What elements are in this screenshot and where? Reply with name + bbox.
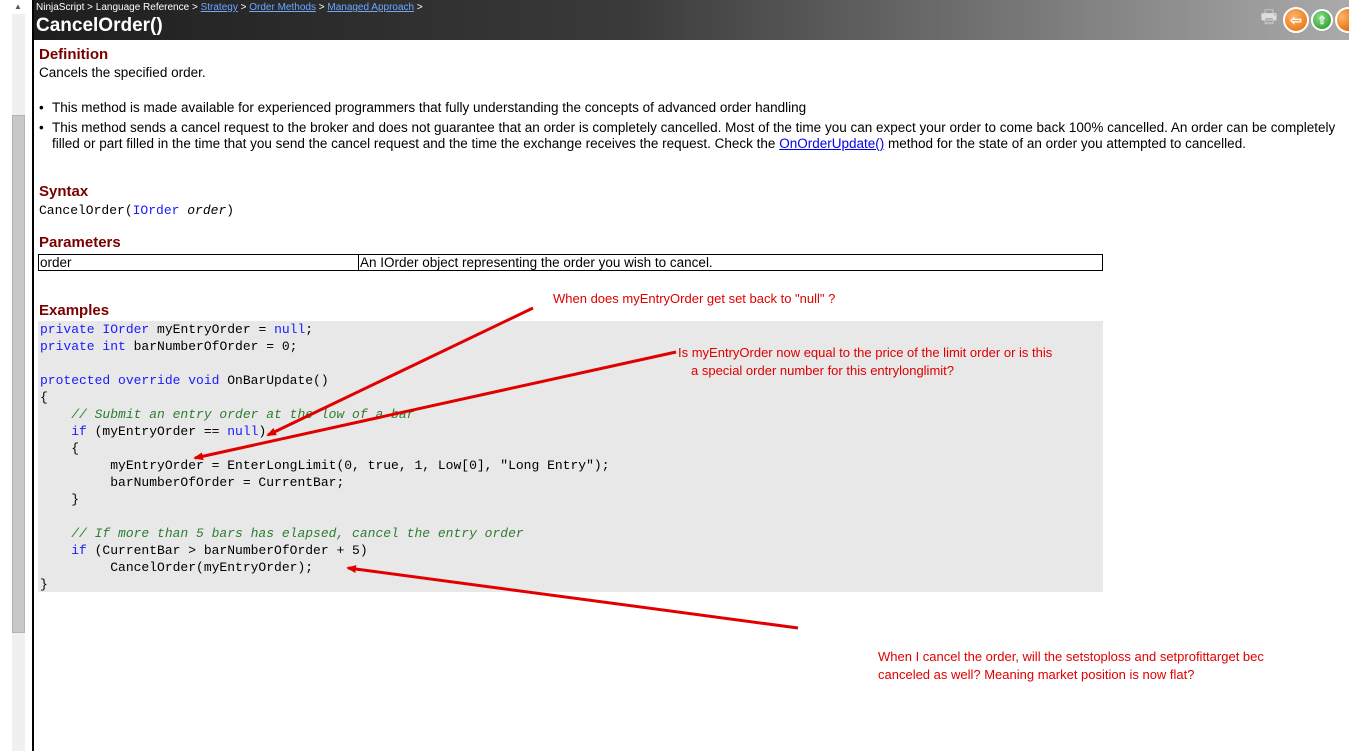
code-line: myEntryOrder = EnterLongLimit(0, true, 1… (40, 458, 610, 473)
page-title: CancelOrder() (36, 15, 163, 36)
definition-heading: Definition (39, 46, 109, 63)
topic-header: NinjaScript > Language Reference > Strat… (34, 0, 1349, 40)
annotation-cancel-question: When I cancel the order, will the setsto… (878, 649, 1264, 682)
header-toolbar: 🖶 ⇦ ⇧ (1257, 5, 1349, 35)
next-icon[interactable] (1335, 7, 1349, 33)
printer-icon[interactable]: 🖶 (1257, 7, 1281, 31)
scroll-up-arrow-icon[interactable]: ▲ (13, 2, 23, 12)
examples-heading: Examples (39, 302, 110, 319)
breadcrumb: NinjaScript > Language Reference > Strat… (36, 2, 423, 13)
code-line: } (40, 492, 80, 507)
code-line: barNumberOfOrder = CurrentBar; (40, 475, 345, 490)
bullet-item: • This method sends a cancel request to … (39, 120, 1336, 151)
parameters-heading: Parameters (39, 234, 121, 251)
annotation-null-question: When does myEntryOrder get set back to "… (553, 291, 836, 306)
code-line: { (40, 390, 48, 405)
param-description-cell: An IOrder object representing the order … (360, 255, 713, 270)
code-line: if (myEntryOrder == null) (40, 424, 267, 439)
up-arrow-icon[interactable]: ⇧ (1311, 9, 1333, 31)
syntax-signature: CancelOrder(IOrder order) (39, 203, 235, 218)
code-line: { (40, 441, 80, 456)
code-line: CancelOrder(myEntryOrder); (40, 560, 314, 575)
code-line: } (40, 577, 48, 592)
code-line: private int barNumberOfOrder = 0; (40, 339, 298, 354)
breadcrumb-language-reference: Language Reference (95, 2, 190, 13)
breadcrumb-managed-approach-link[interactable]: Managed Approach (327, 2, 414, 13)
scroll-thumb[interactable] (12, 115, 25, 633)
code-line: protected override void OnBarUpdate() (40, 373, 329, 388)
left-scrollbar[interactable]: ▲ (0, 0, 26, 751)
code-comment: // If more than 5 bars has elapsed, canc… (40, 526, 524, 541)
definition-text: Cancels the specified order. (39, 65, 206, 80)
code-line: if (CurrentBar > barNumberOfOrder + 5) (40, 543, 368, 558)
parameters-table: order An IOrder object representing the … (38, 254, 1103, 271)
code-line: private IOrder myEntryOrder = null; (40, 322, 314, 337)
back-arrow-icon[interactable]: ⇦ (1283, 7, 1309, 33)
breadcrumb-ninjascript: NinjaScript (36, 2, 85, 13)
onorderupdate-link[interactable]: OnOrderUpdate() (779, 136, 884, 151)
code-comment: // Submit an entry order at the low of a… (40, 407, 415, 422)
param-name-cell: order (39, 255, 359, 270)
annotation-price-question: Is myEntryOrder now equal to the price o… (678, 345, 1053, 378)
breadcrumb-order-methods-link[interactable]: Order Methods (249, 2, 316, 13)
syntax-heading: Syntax (39, 183, 89, 200)
breadcrumb-strategy-link[interactable]: Strategy (201, 2, 238, 13)
bullet-item: • This method is made available for expe… (39, 100, 807, 115)
